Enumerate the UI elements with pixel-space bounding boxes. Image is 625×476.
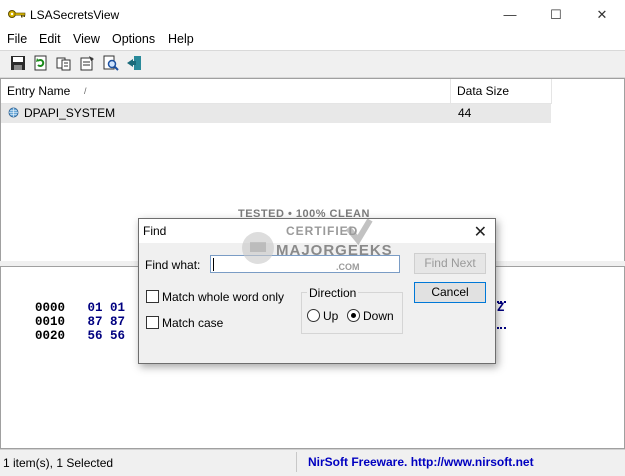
close-button[interactable]: ✕ — [579, 0, 625, 30]
properties-icon[interactable] — [79, 55, 95, 71]
globe-icon — [8, 107, 19, 121]
save-icon[interactable] — [10, 55, 26, 71]
window-title: LSASecretsView — [30, 8, 120, 22]
menu-bar: File Edit View Options Help — [0, 30, 625, 50]
menu-help[interactable]: Help — [168, 32, 194, 46]
data-size-cell: 44 — [458, 106, 472, 120]
maximize-button[interactable]: ☐ — [533, 0, 579, 30]
status-separator — [296, 452, 297, 472]
direction-down-label[interactable]: Down — [363, 309, 394, 323]
match-whole-word-checkbox[interactable] — [146, 290, 159, 303]
hex-offset: 0020 — [35, 329, 66, 343]
hex-ascii-dots — [497, 315, 506, 329]
column-header-entry-name[interactable]: Entry Name / — [1, 79, 451, 104]
column-header-entry-name-label: Entry Name — [7, 84, 71, 98]
text-caret — [213, 258, 214, 271]
direction-up-label[interactable]: Up — [323, 309, 338, 323]
column-header-data-size-label: Data Size — [457, 84, 510, 98]
watermark-line1: TESTED • 100% CLEAN — [238, 208, 370, 220]
copy-icon[interactable] — [56, 55, 72, 71]
sort-indicator-icon: / — [84, 86, 87, 96]
find-next-button[interactable]: Find Next — [414, 253, 486, 274]
status-bar: 1 item(s), 1 Selected NirSoft Freeware. … — [0, 449, 625, 476]
refresh-icon[interactable] — [33, 55, 49, 71]
menu-file[interactable]: File — [7, 32, 27, 46]
title-bar: LSASecretsView — ☐ ✕ — [0, 0, 625, 30]
status-item-count: 1 item(s), 1 Selected — [3, 456, 114, 470]
hex-ascii-dots — [497, 287, 506, 303]
match-whole-word-label[interactable]: Match whole word only — [162, 290, 284, 304]
find-icon[interactable] — [103, 55, 119, 71]
cancel-button[interactable]: Cancel — [414, 282, 486, 303]
watermark-line4: .COM — [336, 262, 360, 272]
exit-icon[interactable] — [126, 55, 142, 71]
menu-view[interactable]: View — [73, 32, 100, 46]
watermark-line3: MAJORGEEKS — [276, 242, 393, 259]
find-what-label: Find what: — [145, 258, 201, 272]
table-row[interactable]: DPAPI_SYSTEM 44 — [1, 104, 551, 123]
direction-label: Direction — [307, 286, 359, 300]
watermark-line2: CERTIFIED — [286, 224, 359, 238]
majorgeeks-watermark: TESTED • 100% CLEAN CERTIFIED MAJORGEEKS… — [236, 206, 392, 286]
entry-name-cell: DPAPI_SYSTEM — [24, 106, 116, 120]
match-case-checkbox[interactable] — [146, 316, 159, 329]
minimize-button[interactable]: — — [487, 0, 533, 30]
nirsoft-link[interactable]: NirSoft Freeware. http://www.nirsoft.net — [308, 455, 534, 469]
hex-ascii-fragment: Z — [497, 301, 505, 315]
toolbar — [0, 50, 625, 78]
find-dialog-close-button[interactable]: ✕ — [474, 222, 487, 242]
find-dialog-title: Find — [143, 224, 167, 238]
menu-options[interactable]: Options — [112, 32, 155, 46]
radio-selected-dot — [351, 313, 356, 318]
column-header-data-size[interactable]: Data Size — [451, 79, 552, 104]
direction-down-radio[interactable] — [347, 309, 360, 322]
direction-up-radio[interactable] — [307, 309, 320, 322]
menu-edit[interactable]: Edit — [39, 32, 61, 46]
match-case-label[interactable]: Match case — [162, 316, 223, 330]
key-icon — [8, 8, 26, 22]
